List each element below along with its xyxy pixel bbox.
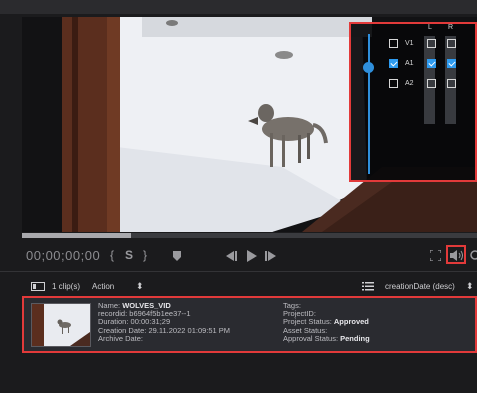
archive-date-label: Archive Date: — [98, 333, 144, 343]
fullscreen-icon[interactable] — [430, 250, 441, 261]
creation-date-value: 29.11.2022 01:09:51 PM — [148, 325, 231, 335]
approval-status-label: Approval Status: — [283, 333, 339, 343]
project-status-value: Approved — [333, 317, 369, 327]
track-a1-left-checkbox[interactable] — [427, 59, 436, 68]
track-a2-right-checkbox[interactable] — [447, 79, 456, 88]
sort-selector[interactable]: creationDate (desc) — [385, 282, 455, 291]
clip-meta-right: Tags: ProjectID: Project Status: Approve… — [283, 301, 370, 343]
column-right-label: R — [448, 24, 454, 31]
playback-progress-bar[interactable] — [22, 233, 477, 238]
timecode: 00;00;00;00 — [26, 248, 101, 263]
thumbnail-image — [32, 304, 90, 346]
track-v1-label: V1 — [405, 40, 414, 47]
track-a2-left-checkbox[interactable] — [427, 79, 436, 88]
progress-fill — [22, 233, 132, 238]
action-menu[interactable]: Action — [92, 282, 114, 291]
clip-count: 1 clip(s) — [52, 282, 81, 291]
split-button[interactable]: S — [125, 248, 133, 262]
clip-card[interactable]: Name: WOLVES_VID recordid: b6964f5b1ee37… — [22, 296, 477, 353]
approval-status-value: Pending — [340, 333, 370, 343]
clip-meta-left: Name: WOLVES_VID recordid: b6964f5b1ee37… — [98, 301, 231, 343]
clip-thumbnail[interactable] — [31, 303, 91, 347]
action-dropdown-icon[interactable]: ⬍ — [136, 281, 144, 292]
settings-icon[interactable] — [469, 249, 477, 261]
step-forward-icon[interactable] — [265, 251, 277, 261]
volume-button-highlight[interactable] — [446, 245, 466, 264]
top-bar — [0, 0, 477, 14]
track-v1-left-checkbox[interactable] — [427, 39, 436, 48]
volume-slider[interactable] — [368, 34, 370, 174]
sort-dropdown-icon[interactable]: ⬍ — [466, 281, 474, 292]
mark-in-button[interactable]: { — [110, 248, 114, 262]
track-v1-checkbox[interactable] — [389, 39, 398, 48]
track-a2-checkbox[interactable] — [389, 79, 398, 88]
play-icon[interactable] — [247, 250, 257, 262]
track-v1-right-checkbox[interactable] — [447, 39, 456, 48]
speaker-icon — [450, 250, 463, 261]
track-a1-checkbox[interactable] — [389, 59, 398, 68]
audio-channel-panel: L R V1 A1 A2 — [349, 22, 477, 182]
column-left-label: L — [428, 24, 432, 31]
video-viewer[interactable]: L R V1 A1 A2 — [22, 17, 477, 232]
track-a2-label: A2 — [405, 80, 414, 87]
mark-out-button[interactable]: } — [143, 248, 147, 262]
track-a1-label: A1 — [405, 60, 414, 67]
step-back-icon[interactable] — [226, 251, 238, 261]
track-a1-right-checkbox[interactable] — [447, 59, 456, 68]
list-view-icon[interactable] — [362, 282, 374, 291]
transport-bar: 00;00;00;00 { S } — [22, 243, 477, 269]
panel-divider — [0, 271, 477, 272]
clip-toolbar: 1 clip(s) Action ⬍ creationDate (desc) ⬍ — [22, 278, 477, 296]
clip-select-icon[interactable] — [31, 282, 45, 291]
volume-slider-handle[interactable] — [363, 62, 374, 74]
marker-icon[interactable] — [173, 251, 181, 261]
